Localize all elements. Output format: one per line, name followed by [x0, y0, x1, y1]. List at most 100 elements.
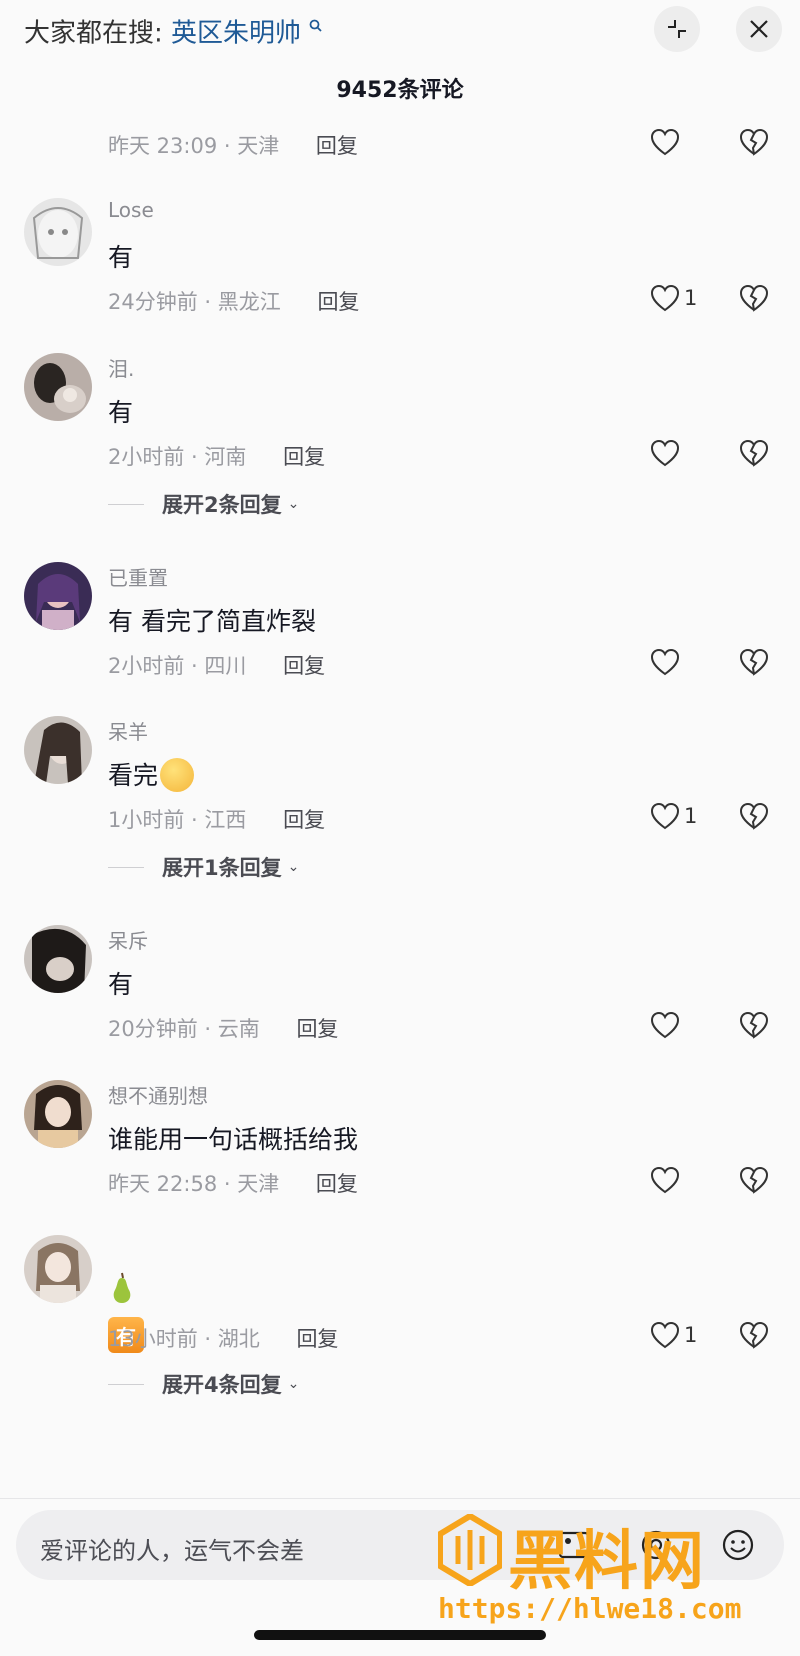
comment-meta: 2小时前 · 四川 回复 [108, 650, 325, 680]
reply-button[interactable]: 回复 [296, 1017, 338, 1041]
avatar[interactable] [24, 353, 92, 421]
comment-time-location: 2小时前 · 河南 [108, 445, 247, 469]
reply-button[interactable]: 回复 [316, 1172, 358, 1196]
expand-replies-label: 展开2条回复 [162, 493, 282, 517]
comment-input-placeholder[interactable]: 爱评论的人，运气不会差 [40, 1531, 304, 1566]
avatar[interactable] [24, 1235, 92, 1303]
comment-time-location: 24分钟前 · 黑龙江 [108, 290, 281, 314]
dislike-button[interactable] [739, 1321, 769, 1353]
broken-heart-icon [739, 128, 769, 156]
comment-username[interactable]: Lose [108, 198, 154, 222]
comment-text: 看完 [108, 756, 195, 794]
comment-time-location: 昨天 22:58 · 天津 [108, 1172, 280, 1196]
comment-meta: 昨天 22:58 · 天津 回复 [108, 1168, 358, 1198]
comment-time-location: 1小时前 · 江西 [108, 808, 247, 832]
comment-username[interactable]: 泪. [108, 353, 134, 382]
comment-time-location: 20分钟前 · 云南 [108, 1017, 260, 1041]
comment-text-body: 看完 [108, 761, 159, 790]
comment-username[interactable]: 已重置 [108, 562, 168, 591]
avatar[interactable] [24, 562, 92, 630]
like-button[interactable] [650, 1011, 680, 1039]
comment-meta: 24分钟前 · 黑龙江 回复 [108, 286, 359, 316]
broken-heart-icon [739, 648, 769, 676]
like-button[interactable] [650, 439, 680, 467]
top-bar: 大家都在搜: 英区朱明帅 [0, 0, 800, 58]
collapse-button[interactable] [654, 6, 700, 52]
like-button[interactable]: 1 [650, 802, 697, 830]
heart-icon [650, 128, 680, 156]
broken-heart-icon [739, 802, 769, 830]
search-suggestion[interactable]: 大家都在搜: 英区朱明帅 [24, 12, 322, 50]
heart-icon [650, 1321, 680, 1349]
comment-text: 有 看完了简直炸裂 [108, 607, 316, 636]
dislike-button[interactable] [739, 1166, 769, 1198]
avatar[interactable] [24, 198, 92, 266]
watermark: 黑料网 https://hlwe18.com [438, 1510, 758, 1630]
reply-button[interactable]: 回复 [283, 654, 325, 678]
expand-replies-button[interactable]: 展开1条回复 ⌄ [108, 852, 299, 882]
broken-heart-icon [739, 1321, 769, 1349]
reply-button[interactable]: 回复 [283, 445, 325, 469]
avatar[interactable] [24, 716, 92, 784]
comment-meta: 20分钟前 · 云南 回复 [108, 1013, 338, 1043]
heart-icon [650, 284, 680, 312]
comment-meta: 13小时前 · 湖北 回复 [108, 1323, 338, 1353]
close-button[interactable] [736, 6, 782, 52]
expand-replies-button[interactable]: 展开2条回复 ⌄ [108, 489, 299, 519]
reply-button[interactable]: 回复 [296, 1327, 338, 1351]
heart-icon [650, 1011, 680, 1039]
like-button[interactable]: 1 [650, 284, 697, 312]
input-divider [0, 1498, 800, 1499]
expand-replies-label: 展开4条回复 [162, 1373, 282, 1397]
expand-divider [108, 1383, 144, 1385]
comment-count-title: 9452条评论 [336, 78, 464, 103]
comment-text: 有 [108, 398, 134, 427]
comment-time-location: 13小时前 · 湖北 [108, 1327, 260, 1351]
avatar[interactable] [24, 925, 92, 993]
comment-text: 有 [108, 970, 134, 999]
comment-meta: 1小时前 · 江西 回复 [108, 804, 325, 834]
reply-button[interactable]: 回复 [317, 290, 359, 314]
broken-heart-icon [739, 1011, 769, 1039]
chevron-down-icon: ⌄ [287, 859, 300, 875]
dislike-button[interactable] [739, 1011, 769, 1043]
search-suggestion-keyword[interactable]: 英区朱明帅 [171, 19, 301, 49]
dislike-button[interactable] [739, 439, 769, 471]
comment-time-location: 昨天 23:09 · 天津 [108, 134, 280, 158]
like-button[interactable] [650, 1166, 680, 1194]
broken-heart-icon [739, 439, 769, 467]
broken-heart-icon [739, 1166, 769, 1194]
like-count: 1 [684, 1323, 698, 1347]
search-suggestion-prefix: 大家都在搜: [24, 18, 163, 49]
avatar[interactable] [24, 1080, 92, 1148]
reply-button[interactable]: 回复 [316, 134, 358, 158]
comment-text: 有 [108, 243, 134, 272]
heart-icon [650, 1166, 680, 1194]
broken-heart-icon [739, 284, 769, 312]
collapse-icon [668, 20, 686, 38]
expand-replies-button[interactable]: 展开4条回复 ⌄ [108, 1369, 299, 1399]
expand-divider [108, 866, 144, 868]
search-icon [309, 19, 322, 36]
expand-divider [108, 503, 144, 505]
dislike-button[interactable] [739, 648, 769, 680]
comment-text: 谁能用一句话概括给我 [108, 1125, 359, 1154]
home-indicator [254, 1630, 546, 1640]
expand-replies-label: 展开1条回复 [162, 856, 282, 880]
dislike-button[interactable] [739, 284, 769, 316]
comment-username[interactable]: 想不通别想 [108, 1080, 208, 1109]
like-button[interactable]: 1 [650, 1321, 697, 1349]
like-button[interactable] [650, 648, 680, 676]
watermark-text: 黑料网 [508, 1525, 706, 1599]
watermark-url: https://hlwe18.com [438, 1592, 742, 1625]
dislike-button[interactable] [739, 128, 769, 160]
chevron-down-icon: ⌄ [287, 1376, 300, 1392]
comment-username[interactable]: 呆羊 [108, 716, 148, 745]
comment-meta: 昨天 23:09 · 天津 回复 [108, 130, 358, 160]
comment-username[interactable]: 呆斥 [108, 925, 148, 954]
pear-emoji-icon [108, 1271, 136, 1305]
heart-icon [650, 648, 680, 676]
dislike-button[interactable] [739, 802, 769, 834]
reply-button[interactable]: 回复 [283, 808, 325, 832]
like-button[interactable] [650, 128, 680, 156]
